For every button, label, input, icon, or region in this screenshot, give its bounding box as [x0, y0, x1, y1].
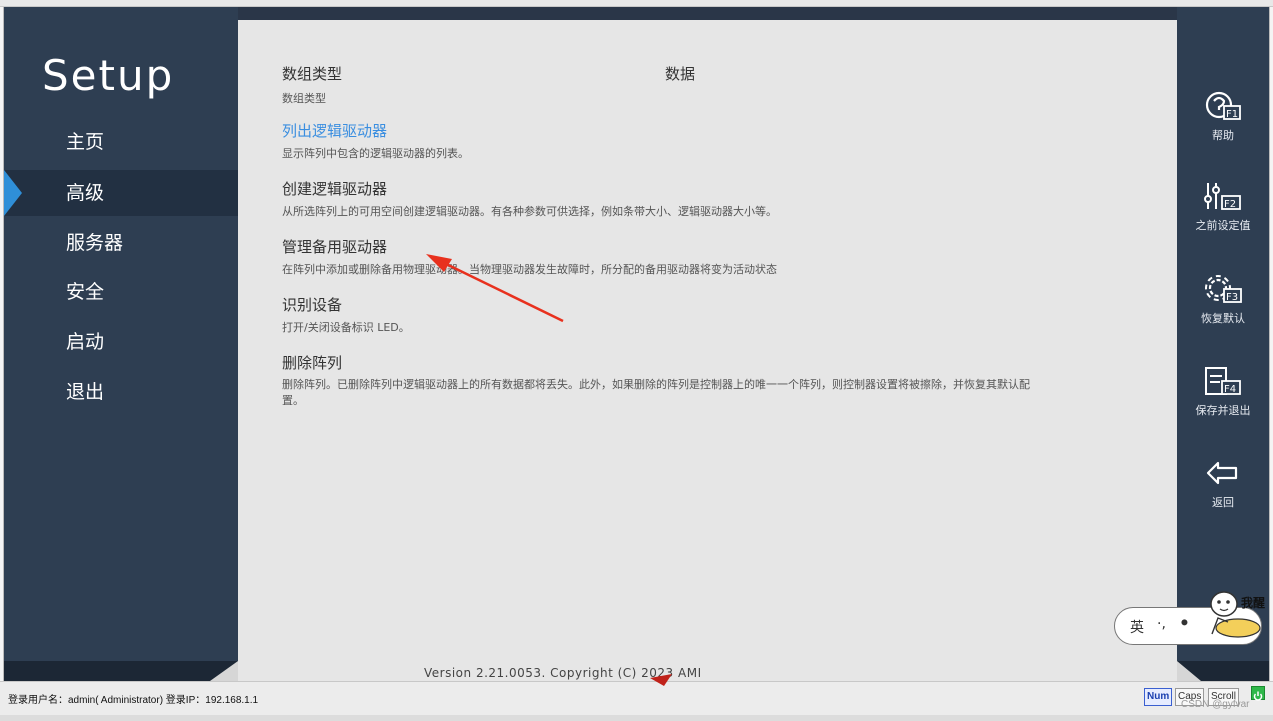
menu-manage-spare-drives[interactable]: 管理备用驱动器: [282, 236, 387, 257]
right-panel-footer: [1177, 661, 1269, 681]
main-top-bar: [238, 7, 1177, 20]
ime-punctuation[interactable]: ·,: [1157, 616, 1166, 632]
header-array-type: 数组类型: [282, 65, 343, 83]
previous-values-label: 之前设定值: [1195, 219, 1251, 232]
help-f1-icon: F1: [1177, 89, 1269, 125]
setup-logo: Setup: [42, 51, 175, 100]
nav-item-advanced[interactable]: 高级: [4, 170, 238, 216]
sidebar: Setup 主页 高级 服务器 安全 启动 退出: [4, 7, 238, 681]
sidebar-footer: [4, 661, 238, 681]
menu-create-logical-drive[interactable]: 创建逻辑驱动器: [282, 178, 387, 199]
header-data: 数据: [665, 65, 696, 83]
window-top-strip: [0, 0, 1273, 7]
csdn-watermark: CSDN @gyfvar: [1181, 699, 1250, 710]
num-lock-indicator[interactable]: Num: [1144, 688, 1173, 706]
sliders-f2-icon: F2: [1177, 179, 1269, 215]
svg-text:F2: F2: [1224, 199, 1236, 210]
menu-identify-device-desc: 打开/关闭设备标识 LED。: [282, 321, 410, 334]
ime-language[interactable]: 英: [1130, 617, 1144, 637]
save-exit-button[interactable]: F4 保存并退出: [1177, 364, 1269, 444]
nav-item-security[interactable]: 安全: [4, 269, 238, 315]
restore-defaults-label: 恢复默认: [1201, 312, 1245, 325]
back-arrow-icon: [1177, 458, 1269, 488]
menu-delete-array-desc: 删除阵列。已删除阵列中逻辑驱动器上的所有数据都将丢失。此外，如果删除的阵列是控制…: [282, 378, 1030, 407]
nav-item-boot[interactable]: 启动: [4, 319, 238, 365]
status-bar: 登录用户名：admin( Administrator) 登录IP：192.168…: [0, 681, 1273, 715]
help-label: 帮助: [1212, 129, 1234, 142]
save-exit-label: 保存并退出: [1195, 404, 1251, 417]
power-icon[interactable]: [1251, 686, 1265, 701]
ime-tag-text: 我醒: [1241, 596, 1266, 610]
version-copyright: Version 2.21.0053. Copyright (C) 2023 AM…: [424, 666, 702, 680]
menu-list-logical-drives[interactable]: 列出逻辑驱动器: [282, 120, 387, 141]
restore-defaults-button[interactable]: F3 恢复默认: [1177, 272, 1269, 352]
menu-manage-spare-drives-desc: 在阵列中添加或删除备用物理驱动器。当物理驱动器发生故障时，所分配的备用驱动器将变…: [282, 263, 777, 276]
nav-item-home[interactable]: 主页: [4, 119, 238, 165]
svg-text:F4: F4: [1224, 384, 1236, 395]
save-exit-f4-icon: F4: [1177, 364, 1269, 400]
menu-create-logical-drive-desc: 从所选阵列上的可用空间创建逻辑驱动器。有各种参数可供选择，例如条带大小、逻辑驱动…: [282, 205, 777, 218]
header-subtext: 数组类型: [282, 92, 326, 105]
window-bottom-strip: [0, 715, 1273, 721]
nav-item-server[interactable]: 服务器: [4, 220, 238, 266]
main-content: 数组类型 数据 数组类型 列出逻辑驱动器 显示阵列中包含的逻辑驱动器的列表。 创…: [238, 20, 1177, 681]
login-info: 登录用户名：admin( Administrator) 登录IP：192.168…: [8, 695, 259, 706]
bios-setup-window: Setup 主页 高级 服务器 安全 启动 退出 数组类型 数据 数组类型 列出…: [0, 0, 1273, 721]
nav-item-exit[interactable]: 退出: [4, 369, 238, 415]
previous-values-button[interactable]: F2 之前设定值: [1177, 179, 1269, 259]
menu-identify-device[interactable]: 识别设备: [282, 294, 342, 315]
gear-f3-icon: F3: [1177, 272, 1269, 308]
back-button[interactable]: 返回: [1177, 458, 1269, 538]
right-hotkey-panel: F1 帮助 F2 之前设定值 F3 恢复默认 F4 保存并退出 返回: [1177, 7, 1269, 681]
svg-text:F1: F1: [1226, 109, 1238, 120]
window-right-border: [1269, 7, 1273, 681]
menu-list-logical-drives-desc: 显示阵列中包含的逻辑驱动器的列表。: [282, 147, 469, 160]
menu-delete-array[interactable]: 删除阵列: [282, 352, 342, 373]
help-button[interactable]: F1 帮助: [1177, 89, 1269, 169]
ime-skin-icon[interactable]: ⚫: [1179, 616, 1190, 631]
back-label: 返回: [1212, 496, 1234, 509]
svg-text:F3: F3: [1226, 292, 1238, 303]
